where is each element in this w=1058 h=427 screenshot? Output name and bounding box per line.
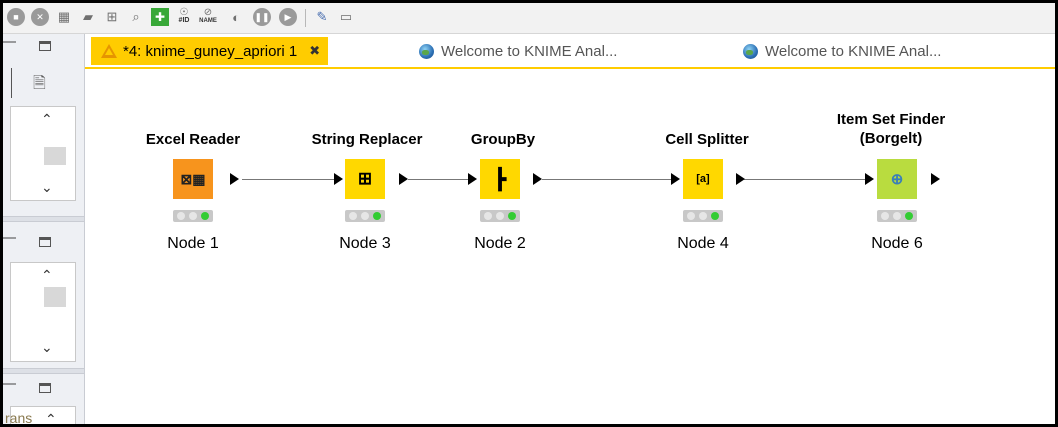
node-title-line1: Item Set Finder [836, 111, 946, 128]
panel-header-2: ⎺ [3, 230, 84, 256]
excel-reader-icon[interactable]: ⊠▦ [173, 159, 213, 199]
node-id-text: #ID [178, 17, 190, 24]
output-port[interactable] [399, 173, 408, 185]
node-label[interactable]: Node 2 [450, 235, 550, 253]
scrollbar-thumb[interactable] [44, 287, 66, 307]
groupby-icon[interactable]: ┣ [480, 159, 520, 199]
node-label[interactable]: Node 1 [143, 235, 243, 253]
node-title: String Replacer [311, 131, 423, 148]
main-toolbar: ■ ✕ ▦ ▰ ⊞ ⌕ ✚ ☉ #ID ⊘ NAME ◐ ❚❚ ▶ ✎ ▭ [3, 3, 1055, 34]
maximize-icon[interactable] [39, 41, 51, 51]
output-port[interactable] [533, 173, 542, 185]
hide-node-name-icon[interactable]: ⊘ NAME [199, 8, 217, 26]
node-title: Cell Splitter [665, 131, 749, 148]
tab-label: *4: knime_guney_apriori 1 [123, 42, 298, 60]
node-status-traffic-light [345, 210, 385, 222]
scroll-up-icon[interactable]: ⌃ [41, 267, 53, 284]
panel-edge [3, 68, 12, 98]
output-port[interactable] [931, 173, 940, 185]
node-label[interactable]: Node 6 [847, 235, 947, 253]
globe-icon [743, 43, 758, 59]
search-icon[interactable]: ⌕ [127, 8, 145, 26]
minimize-icon[interactable]: ⎺ [3, 236, 16, 252]
left-side-panel: ⎺ 🗎 ⌃ ⌄ ⎺ ⌃ ⌄ ⎺ rans ⌃ [3, 34, 85, 424]
minimize-icon[interactable]: ⎺ [3, 40, 16, 56]
node-title: GroupBy [470, 131, 536, 148]
stop-icon[interactable]: ■ [7, 8, 25, 26]
input-port[interactable] [334, 173, 343, 185]
pause-icon[interactable]: ❚❚ [253, 8, 271, 26]
comment-icon[interactable]: ▰ [79, 8, 97, 26]
scroll-up-icon[interactable]: ⌃ [41, 111, 53, 128]
tab-label: Welcome to KNIME Anal... [765, 42, 942, 60]
minimize-icon[interactable]: ⎺ [3, 382, 16, 398]
panel-icon[interactable]: ▭ [337, 8, 355, 26]
node-status-traffic-light [480, 210, 520, 222]
string-replacer-icon[interactable]: ⊞ [345, 159, 385, 199]
node-status-traffic-light [683, 210, 723, 222]
input-port[interactable] [468, 173, 477, 185]
node-name-text: NAME [199, 18, 217, 24]
maximize-icon[interactable] [39, 237, 51, 247]
item-set-finder-icon[interactable]: ⊕ [877, 159, 917, 199]
panel-scroll-area-2[interactable]: ⌃ ⌄ [10, 262, 76, 362]
node-title: Excel Reader [145, 131, 241, 148]
scroll-down-icon[interactable]: ⌄ [41, 179, 53, 196]
tab-welcome-2[interactable]: Welcome to KNIME Anal... [743, 37, 941, 65]
settings-icon[interactable]: ✎ [313, 8, 331, 26]
panel-divider[interactable] [3, 368, 84, 374]
step-icon[interactable]: ▶ [279, 8, 297, 26]
toolbar-separator [305, 9, 306, 27]
connection-edge [408, 179, 470, 180]
panel-header-3: ⎺ [3, 376, 84, 402]
cancel-all-icon[interactable]: ✕ [31, 8, 49, 26]
input-port[interactable] [865, 173, 874, 185]
output-port[interactable] [230, 173, 239, 185]
connection-edge [242, 179, 336, 180]
knime-window: ■ ✕ ▦ ▰ ⊞ ⌕ ✚ ☉ #ID ⊘ NAME ◐ ❚❚ ▶ ✎ ▭ ⎺ 🗎 … [0, 0, 1058, 427]
panel-scroll-area-1[interactable]: ⌃ ⌄ [10, 106, 76, 201]
tab-label: Welcome to KNIME Anal... [441, 42, 618, 60]
panel-header: ⎺ [3, 34, 84, 60]
input-port[interactable] [671, 173, 680, 185]
show-node-id-icon[interactable]: ☉ #ID [175, 8, 193, 26]
zoom-icon[interactable]: ⊞ [103, 8, 121, 26]
scroll-down-icon[interactable]: ⌄ [41, 339, 53, 356]
document-check-icon[interactable]: 🗎 [33, 72, 46, 99]
add-node-icon[interactable]: ✚ [151, 8, 169, 26]
scrollbar-thumb[interactable] [44, 147, 66, 165]
node-title-line2: (Borgelt) [859, 130, 923, 147]
scroll-up-icon[interactable]: ⌃ [45, 411, 57, 424]
editor-tab-bar: *4: knime_guney_apriori 1 ✖ Welcome to K… [85, 34, 1055, 69]
node-status-traffic-light [877, 210, 917, 222]
node-label[interactable]: Node 4 [653, 235, 753, 253]
tab-welcome-1[interactable]: Welcome to KNIME Anal... [419, 37, 617, 65]
panel-bottom-text: rans [5, 410, 33, 426]
connection-edge [744, 179, 866, 180]
execute-icon[interactable]: ◐ [227, 8, 245, 26]
warning-icon [101, 44, 117, 58]
node-label[interactable]: Node 3 [315, 235, 415, 253]
node-status-traffic-light [173, 210, 213, 222]
close-icon[interactable]: ✖ [309, 43, 320, 59]
output-port[interactable] [736, 173, 745, 185]
layout-icon[interactable]: ▦ [55, 8, 73, 26]
panel-scroll-area-3[interactable]: rans ⌃ [5, 406, 76, 424]
maximize-icon[interactable] [39, 383, 51, 393]
panel-divider[interactable] [3, 216, 84, 222]
connection-edge [542, 179, 672, 180]
globe-icon [419, 43, 434, 59]
cell-splitter-icon[interactable]: [a] [683, 159, 723, 199]
workflow-canvas[interactable]: Excel Reader ⊠▦ Node 1 String Replacer ⊞… [86, 69, 1055, 424]
tab-workflow-active[interactable]: *4: knime_guney_apriori 1 ✖ [91, 37, 329, 65]
